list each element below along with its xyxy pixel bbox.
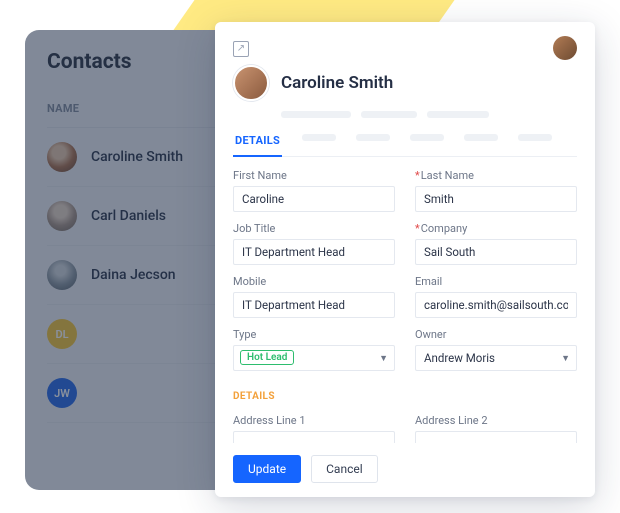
- tab-placeholder: [302, 134, 336, 141]
- label-address-2: Address Line 2: [415, 414, 577, 427]
- label-job-title: Job Title: [233, 222, 395, 235]
- field-job-title: Job Title: [233, 222, 395, 265]
- contact-detail-panel: ↗ Caroline Smith DETAILS First Name: [215, 22, 595, 497]
- avatar: [233, 65, 269, 101]
- input-mobile[interactable]: [233, 292, 395, 318]
- input-company[interactable]: [415, 239, 577, 265]
- avatar: [47, 260, 77, 290]
- contact-name: Carl Daniels: [91, 208, 166, 224]
- field-company: Company: [415, 222, 577, 265]
- contact-name: Caroline Smith: [91, 149, 183, 165]
- avatar: [47, 142, 77, 172]
- label-last-name: Last Name: [415, 169, 577, 182]
- update-button[interactable]: Update: [233, 455, 301, 483]
- tab-details[interactable]: DETAILS: [233, 134, 282, 157]
- field-address-1: Address Line 1: [233, 414, 395, 444]
- avatar: [47, 201, 77, 231]
- cancel-button[interactable]: Cancel: [311, 455, 378, 483]
- current-user-avatar[interactable]: [553, 36, 577, 60]
- field-mobile: Mobile: [233, 275, 395, 318]
- field-address-2: Address Line 2: [415, 414, 577, 444]
- contact-name: Daina Jecson: [91, 267, 176, 283]
- avatar: JW: [47, 378, 77, 408]
- input-email[interactable]: [415, 292, 577, 318]
- field-type: Type Hot Lead ▼: [233, 328, 395, 371]
- field-first-name: First Name: [233, 169, 395, 212]
- popout-icon[interactable]: ↗: [233, 41, 249, 57]
- tab-placeholder: [356, 134, 390, 141]
- label-mobile: Mobile: [233, 275, 395, 288]
- label-email: Email: [415, 275, 577, 288]
- field-owner: Owner ▼: [415, 328, 577, 371]
- tab-placeholder: [518, 134, 552, 141]
- field-email: Email: [415, 275, 577, 318]
- label-address-1: Address Line 1: [233, 414, 395, 427]
- tab-bar: DETAILS: [233, 134, 577, 157]
- label-type: Type: [233, 328, 395, 341]
- select-type[interactable]: Hot Lead: [233, 345, 395, 371]
- select-owner[interactable]: [415, 345, 577, 371]
- form-grid: First Name Last Name Job Title Company M…: [233, 169, 577, 444]
- label-owner: Owner: [415, 328, 577, 341]
- label-first-name: First Name: [233, 169, 395, 182]
- input-job-title[interactable]: [233, 239, 395, 265]
- input-first-name[interactable]: [233, 186, 395, 212]
- tag-hot-lead: Hot Lead: [240, 350, 294, 365]
- skeleton-placeholder: [281, 111, 553, 118]
- panel-title: Caroline Smith: [281, 73, 393, 93]
- tab-placeholder: [410, 134, 444, 141]
- column-name: NAME: [47, 102, 79, 115]
- field-last-name: Last Name: [415, 169, 577, 212]
- label-company: Company: [415, 222, 577, 235]
- input-address-2[interactable]: [415, 431, 577, 444]
- panel-footer: Update Cancel: [233, 443, 577, 483]
- input-address-1[interactable]: [233, 431, 395, 444]
- input-last-name[interactable]: [415, 186, 577, 212]
- avatar: DL: [47, 319, 77, 349]
- section-header-details: DETAILS: [233, 391, 577, 402]
- tab-placeholder: [464, 134, 498, 141]
